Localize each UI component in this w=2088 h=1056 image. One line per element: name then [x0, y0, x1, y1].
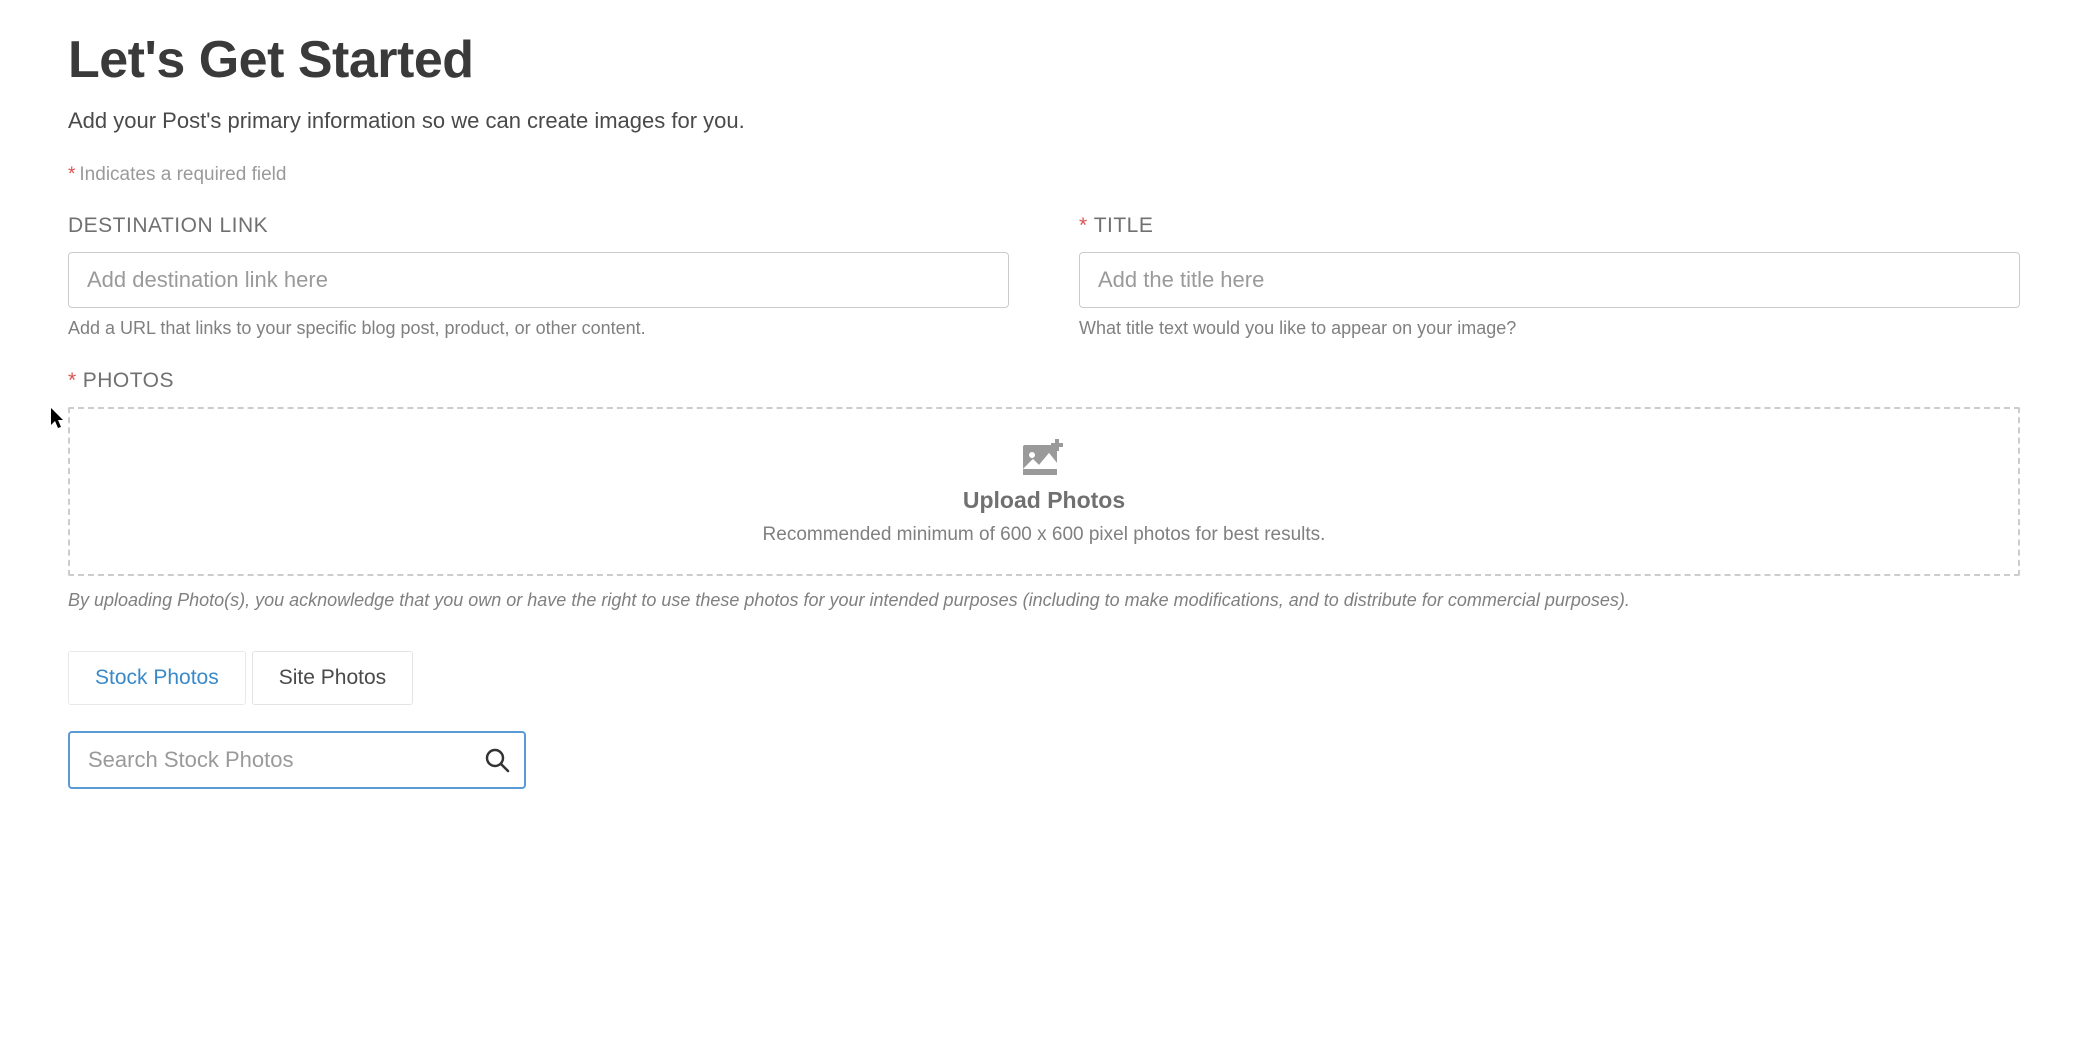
asterisk-icon: * [68, 369, 77, 392]
upload-photos-dropzone[interactable]: Upload Photos Recommended minimum of 600… [68, 407, 2020, 576]
destination-link-label: DESTINATION LINK [68, 214, 1009, 238]
upload-disclaimer: By uploading Photo(s), you acknowledge t… [68, 586, 2020, 615]
photos-section: * PHOTOS Upload Photos Recommended minimu… [68, 369, 2020, 615]
photos-label-text: PHOTOS [83, 369, 174, 392]
title-group: * TITLE What title text would you like to… [1079, 214, 2020, 339]
title-label: * TITLE [1079, 214, 2020, 238]
title-label-text: TITLE [1094, 214, 1154, 237]
page-subtitle: Add your Post's primary information so w… [68, 108, 2020, 134]
tab-site-photos[interactable]: Site Photos [252, 651, 413, 705]
form-row: DESTINATION LINK Add a URL that links to… [68, 214, 2020, 339]
required-field-note: *Indicates a required field [68, 164, 2020, 186]
search-button[interactable] [480, 743, 514, 777]
required-note-text: Indicates a required field [79, 164, 286, 185]
upload-image-icon [90, 439, 1998, 475]
asterisk-icon: * [68, 164, 75, 185]
search-icon [484, 747, 510, 773]
photos-label: * PHOTOS [68, 369, 2020, 393]
upload-help: Recommended minimum of 600 x 600 pixel p… [90, 524, 1998, 546]
photo-tabs: Stock Photos Site Photos [68, 651, 2020, 705]
search-wrap [68, 731, 526, 789]
destination-link-group: DESTINATION LINK Add a URL that links to… [68, 214, 1009, 339]
destination-link-help: Add a URL that links to your specific bl… [68, 318, 1009, 339]
title-input[interactable] [1079, 252, 2020, 308]
cursor-icon [51, 408, 67, 435]
asterisk-icon: * [1079, 214, 1088, 237]
tab-stock-photos[interactable]: Stock Photos [68, 651, 246, 705]
upload-title: Upload Photos [90, 487, 1998, 514]
title-help: What title text would you like to appear… [1079, 318, 2020, 339]
page-title: Let's Get Started [68, 30, 2020, 90]
search-stock-photos-input[interactable] [68, 731, 526, 789]
destination-link-input[interactable] [68, 252, 1009, 308]
